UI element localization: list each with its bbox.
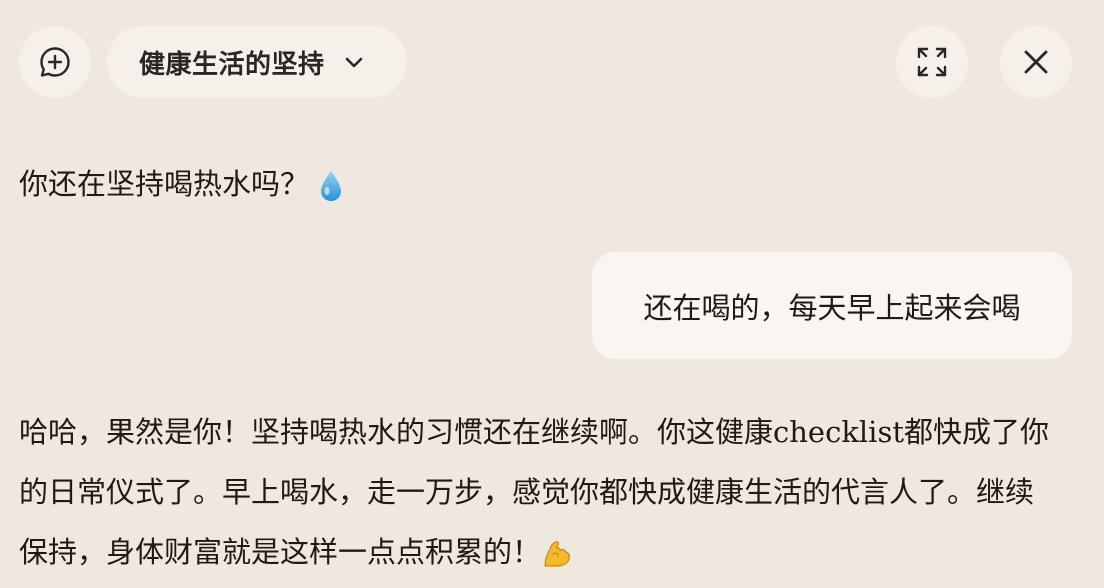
close-button[interactable] [1000, 26, 1072, 98]
expand-icon [917, 47, 947, 77]
expand-button[interactable] [896, 26, 968, 98]
chat-plus-icon [40, 47, 70, 77]
flexed-biceps-icon [544, 541, 570, 567]
conversation-title: 健康生活的坚持 [139, 49, 325, 80]
message-text: 你还在坚持喝热水吗？ [19, 167, 310, 201]
conversation-title-dropdown[interactable]: 健康生活的坚持 [107, 26, 407, 98]
close-icon [1024, 50, 1048, 74]
new-chat-button[interactable] [19, 26, 91, 98]
message-text: 还在喝的，每天早上起来会喝 [643, 290, 1021, 325]
chevron-down-icon [345, 57, 362, 68]
assistant-message: 你还在坚持喝热水吗？ [19, 154, 344, 214]
droplet-icon [321, 171, 342, 201]
assistant-message: 哈哈，果然是你！坚持喝热水的习惯还在继续啊。你这健康checklist都快成了你… [19, 402, 1059, 582]
message-text: 哈哈，果然是你！坚持喝热水的习惯还在继续啊。你这健康checklist都快成了你… [19, 415, 1049, 569]
user-message-bubble: 还在喝的，每天早上起来会喝 [592, 252, 1072, 359]
